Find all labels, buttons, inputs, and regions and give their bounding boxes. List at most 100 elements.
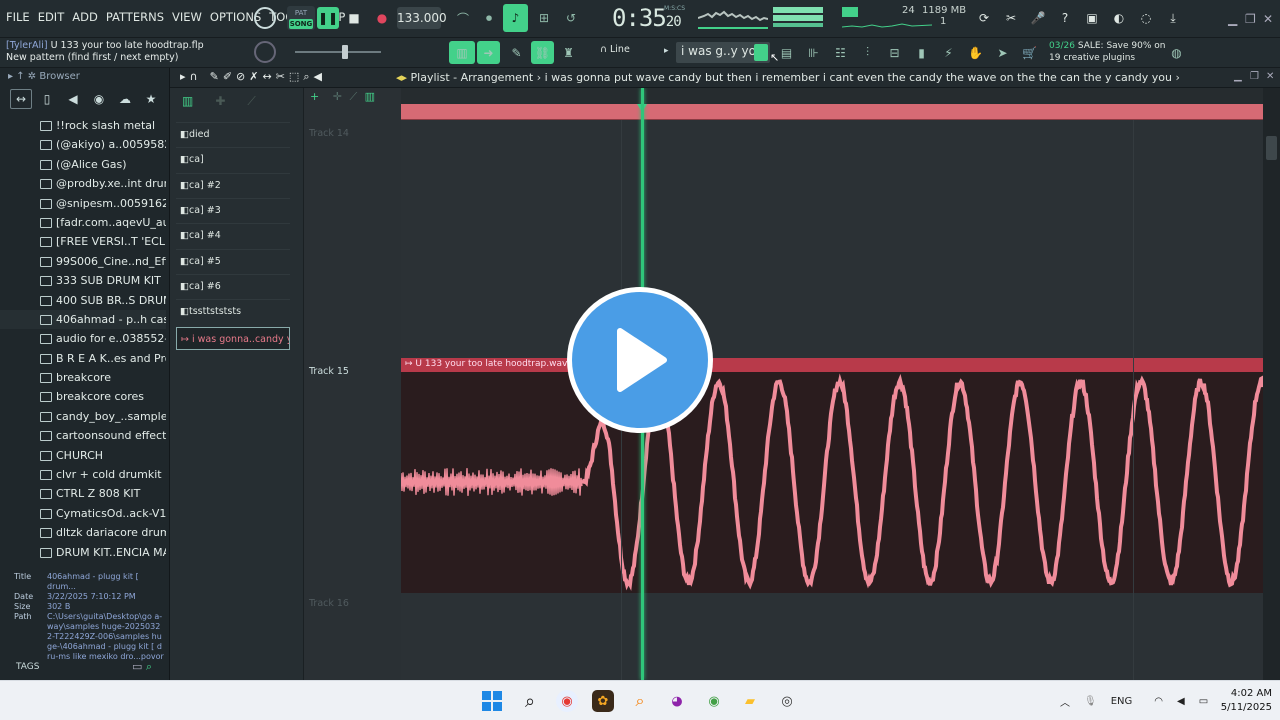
close-icon[interactable]: ✕: [1263, 12, 1273, 26]
pause-button[interactable]: ❚❚: [317, 7, 339, 29]
channel-settings-button[interactable]: ⫶: [856, 41, 879, 64]
help-button[interactable]: ?: [1054, 7, 1076, 29]
taskbar-clock[interactable]: 4:02 AM 5/11/2025: [1212, 687, 1272, 715]
stamp-button[interactable]: ♜: [557, 41, 580, 64]
clip-source-item[interactable]: ◧ca]: [176, 147, 290, 170]
paint-icon[interactable]: ✐: [223, 70, 232, 84]
shop-button[interactable]: 🛒: [1018, 41, 1041, 64]
clip-tool-icon[interactable]: ⟋: [247, 94, 255, 109]
wifi-icon[interactable]: ◠: [1154, 696, 1163, 707]
clip-source-item[interactable]: ◧ca] #4: [176, 223, 290, 246]
taskbar-chrome-2[interactable]: ◉: [703, 690, 725, 712]
browser-folder[interactable]: [FREE VERSI..T 'ECLIPSE': [0, 232, 166, 251]
track-name[interactable]: Track 14: [309, 128, 349, 139]
browser-folder[interactable]: @prodby.xe..int drum kit: [0, 174, 166, 193]
arrangement-grid[interactable]: ↦ U 133 your too late hoodtrap.wav: [401, 88, 1263, 680]
pat-song-toggle[interactable]: PAT SONG: [287, 6, 315, 30]
save-button[interactable]: ▣: [1081, 7, 1103, 29]
piano-mini-icon[interactable]: ▥: [365, 90, 375, 103]
touch-controller-button[interactable]: ✋: [964, 41, 987, 64]
channel-rack-button[interactable]: ⊪: [802, 41, 825, 64]
vertical-scrollbar[interactable]: [1263, 88, 1280, 680]
folder-icon[interactable]: ▭: [132, 660, 142, 673]
download-button[interactable]: ⤓: [1162, 7, 1184, 29]
browser-folder[interactable]: 400 SUB BR..S DRUM KIT: [0, 291, 166, 310]
stop-button[interactable]: ■: [343, 7, 365, 29]
diagonal-icon[interactable]: ⟋: [349, 90, 357, 103]
browser-folder[interactable]: @snipesm..0059162-001: [0, 194, 166, 213]
browser-folder[interactable]: audio for e..038552-001: [0, 329, 166, 348]
taskbar-search[interactable]: ⌕: [519, 690, 541, 712]
speaker-icon[interactable]: ◀: [313, 70, 321, 84]
online-button[interactable]: ◍: [1165, 41, 1188, 64]
browser-button[interactable]: ▮: [910, 41, 933, 64]
master-volume-knob[interactable]: [254, 41, 276, 63]
video-play-button[interactable]: [567, 287, 713, 433]
track-name[interactable]: Track 16: [309, 598, 349, 609]
slip-icon[interactable]: ↔: [262, 70, 271, 84]
options-arrow-icon[interactable]: ▸: [180, 70, 186, 84]
playlist-close-icon[interactable]: ✕: [1266, 71, 1274, 82]
record-button[interactable]: ●: [371, 7, 393, 29]
browser-folder[interactable]: CTRL Z 808 KIT: [0, 484, 166, 503]
track-name[interactable]: Track 15: [309, 366, 349, 377]
taskbar-app-record[interactable]: ◎: [776, 690, 798, 712]
step-edit-button[interactable]: ⊞: [533, 7, 555, 29]
browser-folder[interactable]: breakcore cores: [0, 387, 166, 406]
browser-folder[interactable]: (@Alice Gas): [0, 155, 166, 174]
tray-chevron-icon[interactable]: ︿: [1060, 694, 1070, 709]
browser-folder[interactable]: (@akiyo) a..0059582-001: [0, 135, 166, 154]
browser-tab-cloud[interactable]: ☁: [114, 89, 136, 109]
mic-tray-icon[interactable]: 🎙: [1084, 696, 1097, 707]
menu-add[interactable]: ADD: [72, 10, 98, 24]
plugin-picker-button[interactable]: ⊟: [883, 41, 906, 64]
menu-file[interactable]: FILE: [6, 10, 30, 24]
pattern-add-button[interactable]: [754, 44, 768, 61]
timeline-ruler[interactable]: [401, 88, 1263, 104]
taskbar-chrome-1[interactable]: ◉: [556, 690, 578, 712]
browser-folder[interactable]: dltzk dariacore drum kit: [0, 523, 166, 542]
draw-tool-button[interactable]: ✎: [505, 41, 528, 64]
browser-folder[interactable]: breakcore: [0, 368, 166, 387]
add-track-icon[interactable]: +: [310, 90, 319, 103]
browser-folder[interactable]: B R E A K..es and Project: [0, 349, 166, 368]
clip-source-item[interactable]: ◧ca] #5: [176, 248, 290, 272]
magnet-snap-icon[interactable]: ∩: [190, 70, 198, 84]
clip-source-item[interactable]: ↦ i was gonna..candy you: [176, 327, 290, 350]
battery-icon[interactable]: ▭: [1199, 696, 1208, 707]
browser-folder[interactable]: 406ahmad - p..h cashe ]: [0, 309, 166, 330]
start-button[interactable]: [481, 690, 503, 712]
tools-button[interactable]: ✂: [1000, 7, 1022, 29]
scrollbar-thumb[interactable]: [1266, 136, 1277, 160]
clip-source-item[interactable]: ◧ca] #2: [176, 172, 290, 196]
metronome-button[interactable]: ⌒: [452, 7, 474, 29]
tags-label[interactable]: TAGS: [16, 662, 39, 672]
zoom-icon[interactable]: ⌕: [303, 70, 309, 84]
clip-source-item[interactable]: ◧ca] #3: [176, 197, 290, 221]
pattern-selector[interactable]: i was g..y you: [676, 42, 770, 63]
browser-folder[interactable]: CymaticsOd..ack-V1-u0m: [0, 504, 166, 523]
select-icon[interactable]: ⬚: [289, 70, 299, 84]
browser-folder[interactable]: !!rock slash metal: [0, 116, 166, 135]
browser-nav-icon[interactable]: ▸ ↑ ✲: [8, 71, 36, 82]
undo-history-button[interactable]: ⟳: [973, 7, 995, 29]
share-button[interactable]: ➤: [991, 41, 1014, 64]
piano-roll-button[interactable]: ▥: [449, 41, 475, 64]
browser-tab-plugins[interactable]: ◀: [62, 89, 84, 109]
taskbar-search-app[interactable]: ⌕: [629, 690, 651, 712]
clip-source-item[interactable]: ◧ca] #6: [176, 273, 290, 297]
slice-icon[interactable]: ✂: [276, 70, 285, 84]
mixer-button[interactable]: ☷: [829, 41, 852, 64]
wait-input-button[interactable]: ⏺: [478, 7, 500, 29]
language-indicator[interactable]: ENG: [1111, 696, 1133, 707]
browser-folder[interactable]: DRUM KIT..ENCIA MANE: [0, 543, 166, 562]
delete-icon[interactable]: ⊘: [236, 70, 245, 84]
browser-folder[interactable]: 99S006_Cine..nd_Effects: [0, 252, 166, 271]
taskbar-app-circle[interactable]: ◕: [666, 690, 688, 712]
clip-source-item[interactable]: ◧died: [176, 122, 290, 145]
next-button[interactable]: ➜: [477, 41, 500, 64]
mute-icon[interactable]: ✗: [249, 70, 258, 84]
tempo-display[interactable]: 133.000: [397, 7, 447, 29]
news-button[interactable]: ◐: [1108, 7, 1130, 29]
link-button[interactable]: ⛓: [531, 41, 554, 64]
